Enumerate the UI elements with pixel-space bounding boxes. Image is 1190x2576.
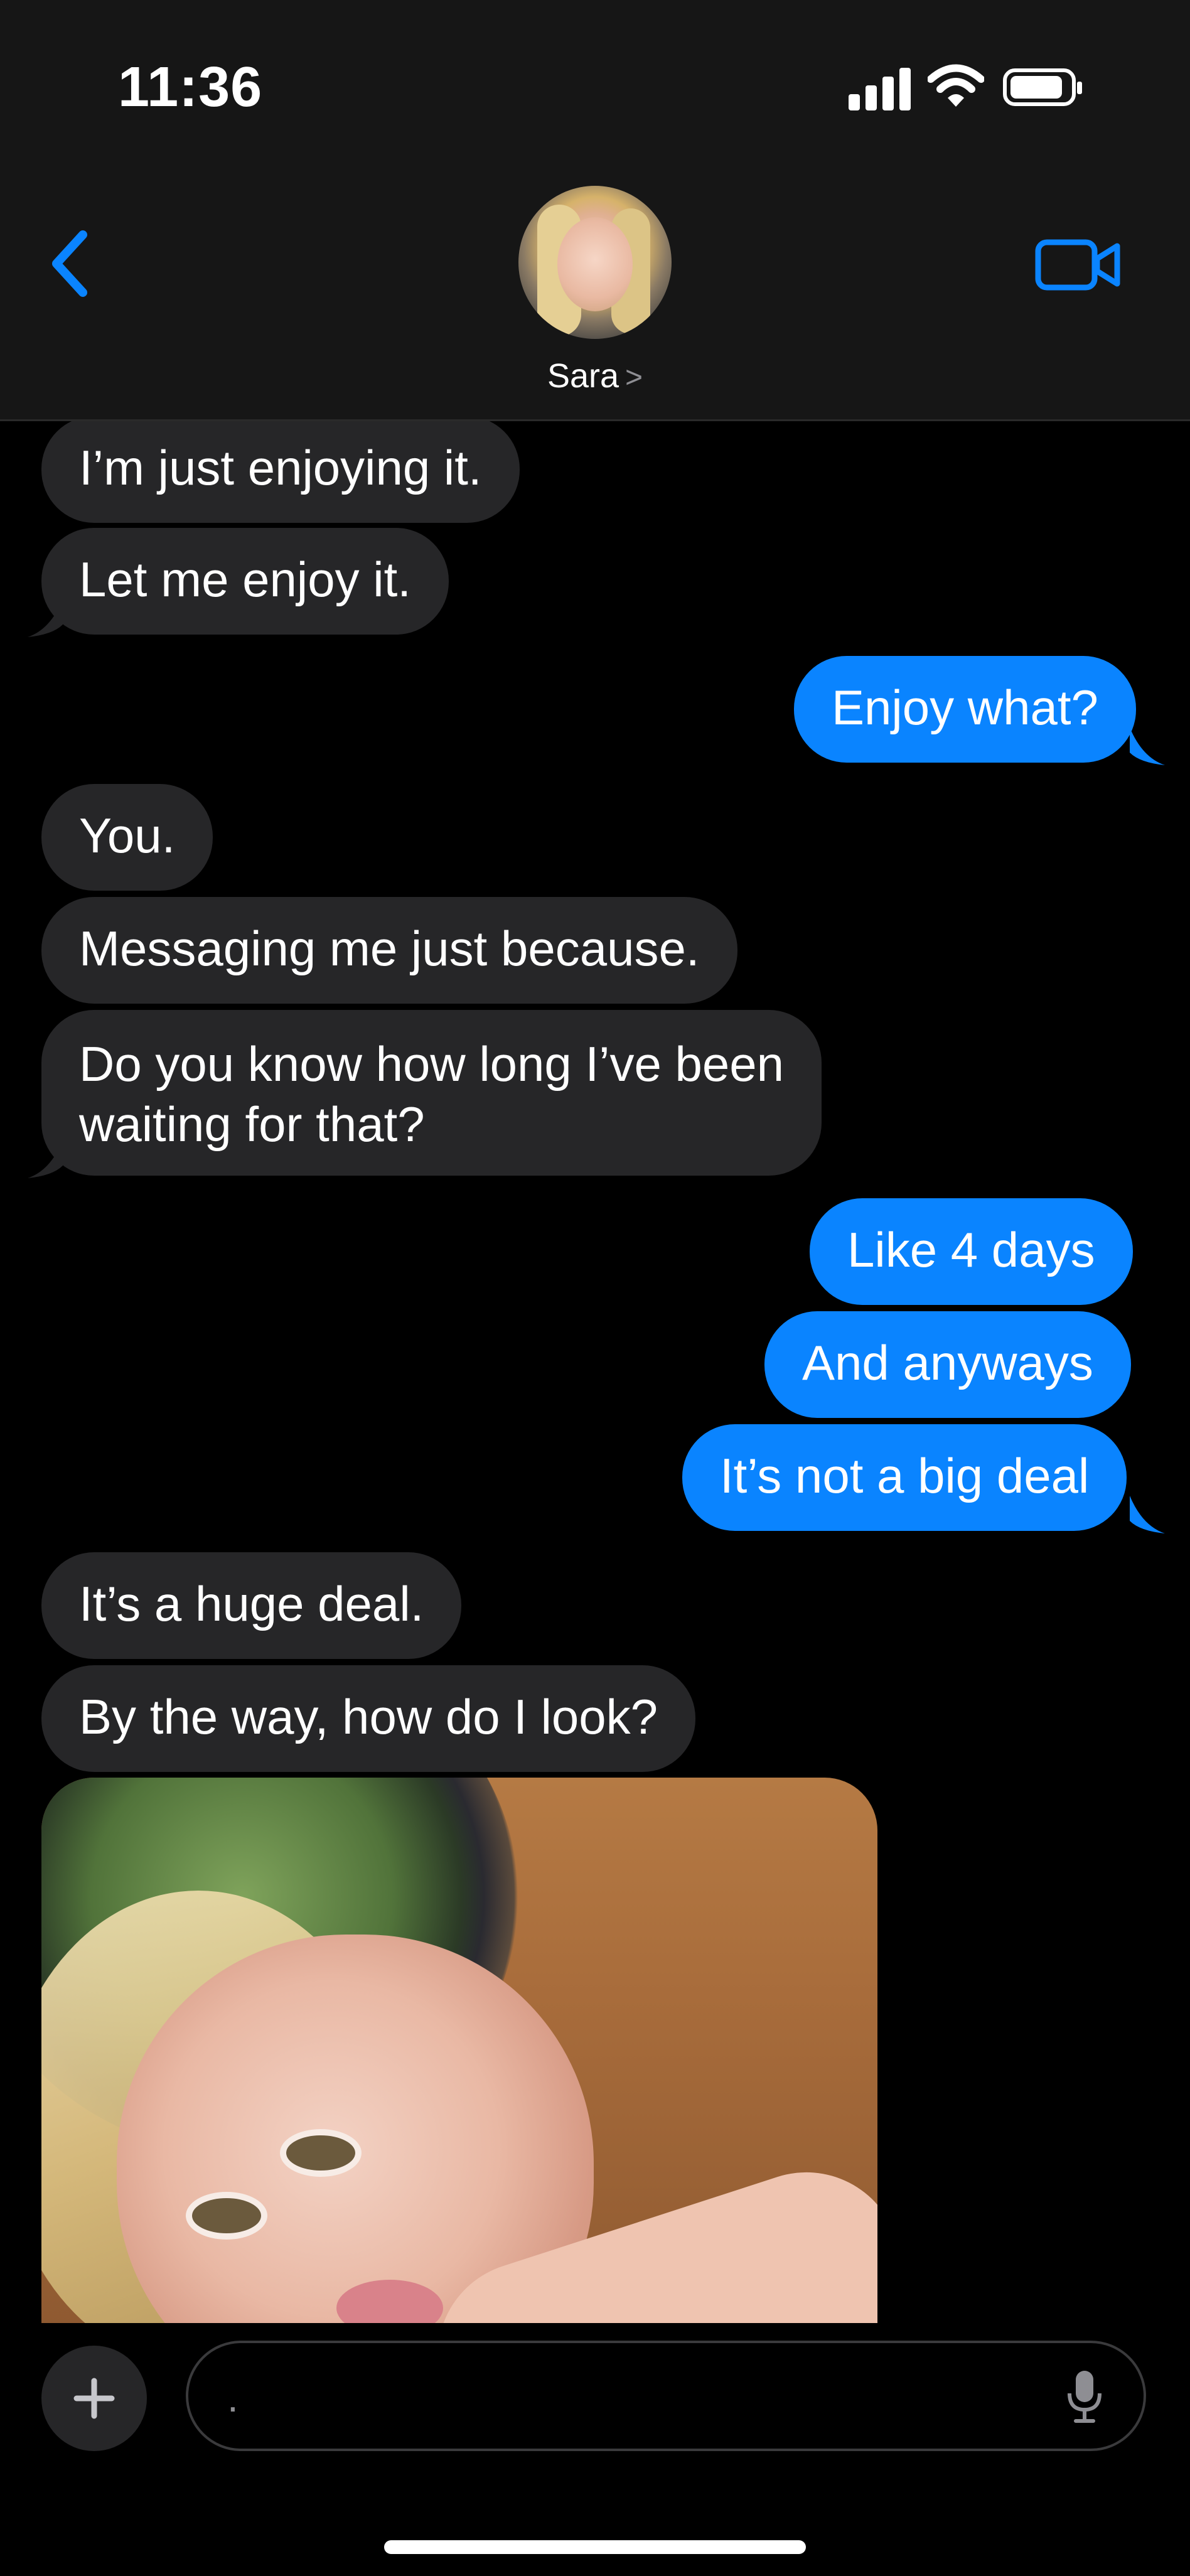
message-input[interactable]: . xyxy=(186,2341,1146,2451)
bubble-tail xyxy=(1130,1496,1165,1533)
message-line: Do you know how long I’ve been xyxy=(79,1036,785,1092)
home-indicator[interactable] xyxy=(384,2540,806,2554)
photo-eye xyxy=(186,2192,267,2240)
incoming-message[interactable]: You. xyxy=(41,784,213,891)
outgoing-message[interactable]: Enjoy what? xyxy=(794,656,1136,763)
photo-eye xyxy=(280,2129,362,2177)
microphone-icon[interactable] xyxy=(1066,2368,1103,2425)
navigation-header: 11:36 Sara > xyxy=(0,0,1190,421)
outgoing-message[interactable]: And anyways xyxy=(764,1311,1131,1418)
bubble-tail xyxy=(28,599,63,637)
message-thread[interactable]: I’m just enjoying it. Let me enjoy it. E… xyxy=(0,421,1190,2323)
contact-name-button[interactable]: Sara > xyxy=(0,357,1190,395)
photo-attachment[interactable] xyxy=(41,1778,877,2323)
incoming-message[interactable]: Messaging me just because. xyxy=(41,897,737,1004)
avatar-face xyxy=(557,217,633,311)
chevron-right-icon: > xyxy=(625,361,643,394)
signal-icon xyxy=(849,67,911,110)
incoming-message[interactable]: It’s a huge deal. xyxy=(41,1552,462,1659)
bubble-tail xyxy=(28,1140,63,1178)
bubble-tail xyxy=(1130,727,1165,765)
status-time: 11:36 xyxy=(118,56,263,119)
plus-icon xyxy=(73,2378,115,2419)
outgoing-message[interactable]: It’s not a big deal xyxy=(682,1424,1127,1531)
message-composer: . xyxy=(0,2323,1190,2576)
message-input-value: . xyxy=(227,2375,239,2420)
incoming-message[interactable]: By the way, how do I look? xyxy=(41,1665,696,1772)
incoming-message[interactable]: Let me enjoy it. xyxy=(41,528,449,635)
battery-icon xyxy=(1003,68,1082,106)
incoming-message[interactable]: I’m just enjoying it. xyxy=(41,421,520,523)
wifi-icon xyxy=(928,64,984,107)
message-line: waiting for that? xyxy=(79,1097,425,1152)
add-attachment-button[interactable] xyxy=(41,2346,147,2451)
outgoing-message[interactable]: Like 4 days xyxy=(810,1198,1133,1305)
incoming-message[interactable]: Do you know how long I’ve been waiting f… xyxy=(41,1010,822,1176)
back-chevron-icon[interactable] xyxy=(44,226,100,301)
contact-avatar[interactable] xyxy=(518,186,672,339)
contact-name: Sara xyxy=(547,357,619,395)
video-call-icon[interactable] xyxy=(1034,233,1122,296)
